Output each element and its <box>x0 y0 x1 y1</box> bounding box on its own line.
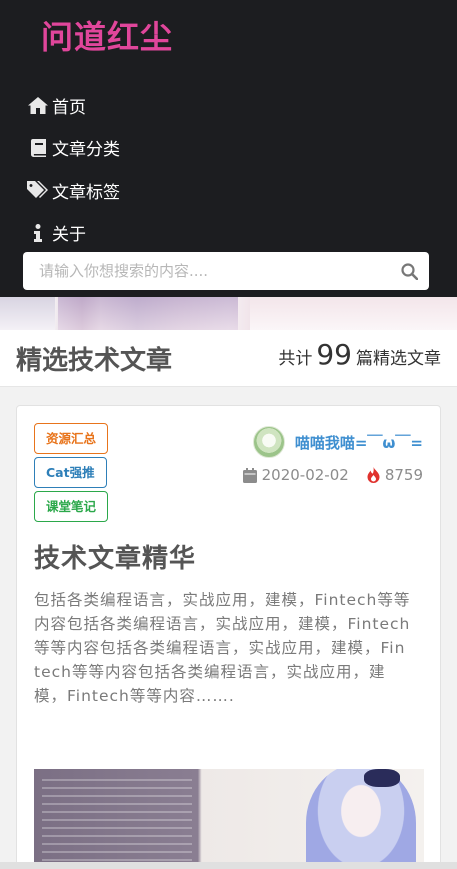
count-prefix: 共计 <box>278 349 313 369</box>
view-count: 8759 <box>384 466 423 484</box>
tag-resources[interactable]: 资源汇总 <box>34 423 109 454</box>
tag-list: 资源汇总 Cat强推 课堂笔记 <box>34 423 109 525</box>
nav-item-tags[interactable]: 文章标签 <box>25 169 120 212</box>
nav-item-label: 文章分类 <box>52 140 120 161</box>
article-count: 共计 99 篇精选文章 <box>278 338 441 371</box>
hero-banner-image <box>0 297 457 330</box>
article-card[interactable]: 资源汇总 Cat强推 课堂笔记 喵喵我喵=￣ω￣= 2020-02-02 875… <box>16 405 441 869</box>
section-title: 精选技术文章 <box>16 346 173 376</box>
count-number: 99 <box>316 338 352 371</box>
search-input[interactable] <box>23 262 389 280</box>
count-suffix: 篇精选文章 <box>356 349 441 369</box>
author-info[interactable]: 喵喵我喵=￣ω￣= <box>252 426 423 458</box>
info-icon <box>25 223 51 242</box>
author-name[interactable]: 喵喵我喵=￣ω￣= <box>295 432 423 453</box>
fire-icon <box>367 467 380 483</box>
post-excerpt: 包括各类编程语言，实战应用，建模，Fintech等等内容包括各类编程语言，实战应… <box>34 591 411 705</box>
search-box <box>23 252 429 290</box>
nav-item-label: 关于 <box>52 225 86 246</box>
nav-menu: 首页 文章分类 文章标签 关于 <box>25 84 120 254</box>
post-thumbnail-image[interactable] <box>34 769 424 869</box>
section-header: 精选技术文章 共计 99 篇精选文章 <box>0 330 457 387</box>
tags-icon <box>25 181 51 199</box>
avatar[interactable] <box>252 426 285 458</box>
post-date: 2020-02-02 <box>261 466 349 484</box>
post-title[interactable]: 技术文章精华 <box>34 538 196 575</box>
home-icon <box>25 96 51 114</box>
nav-item-categories[interactable]: 文章分类 <box>25 127 120 170</box>
nav-item-about[interactable]: 关于 <box>25 212 120 255</box>
calendar-icon <box>242 467 257 483</box>
page-bottom-edge <box>0 862 457 869</box>
article-meta: 2020-02-02 8759 <box>242 466 423 484</box>
tag-cat-recommend[interactable]: Cat强推 <box>34 457 107 488</box>
nav-panel: 问道红尘 首页 文章分类 文章标签 关于 <box>0 0 457 297</box>
tag-class-notes[interactable]: 课堂笔记 <box>34 491 109 522</box>
site-brand[interactable]: 问道红尘 <box>41 12 173 58</box>
nav-item-label: 文章标签 <box>52 182 120 203</box>
nav-item-home[interactable]: 首页 <box>25 84 120 127</box>
nav-item-label: 首页 <box>52 97 86 118</box>
book-icon <box>25 138 51 157</box>
search-icon[interactable] <box>389 262 429 280</box>
